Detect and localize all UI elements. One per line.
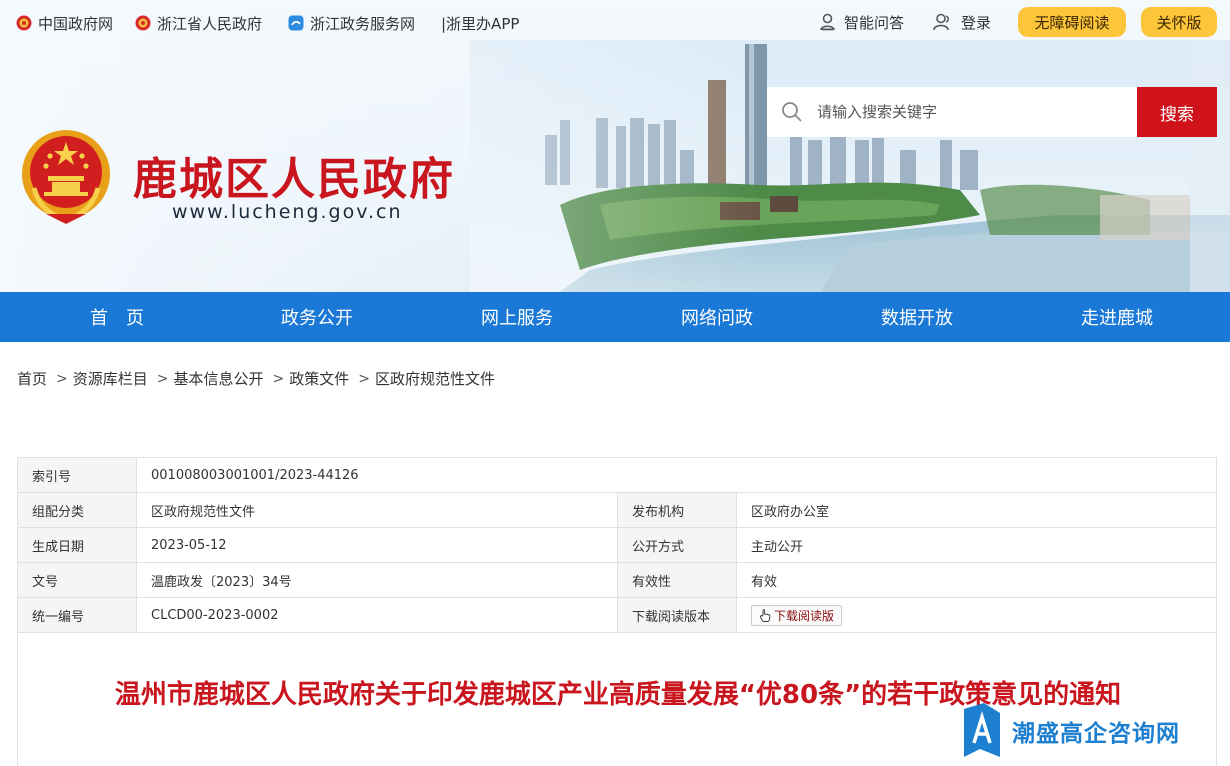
link-label: 浙江省人民政府 bbox=[157, 14, 263, 33]
top-bar: 中国政府网 浙江省人民政府 浙江政务服务网 |浙里办APP 智能问答 登录 无障… bbox=[0, 0, 1230, 44]
person-icon bbox=[820, 13, 835, 31]
main-nav: 首 页 政务公开 网上服务 网络问政 数据开放 走进鹿城 bbox=[0, 292, 1230, 342]
table-row: 索引号 001008003001001/2023-44126 bbox=[17, 457, 1217, 493]
download-key: 下载阅读版本 bbox=[617, 597, 737, 633]
zj-service-icon bbox=[288, 15, 304, 31]
nav-item-online-inquiry[interactable]: 网络问政 bbox=[617, 292, 817, 342]
site-title: 鹿城区人民政府 bbox=[133, 154, 455, 205]
breadcrumb-separator: > bbox=[56, 370, 68, 387]
nav-item-home[interactable]: 首 页 bbox=[17, 292, 217, 342]
link-label: 中国政府网 bbox=[38, 14, 114, 33]
link-label: |浙里办APP bbox=[441, 14, 520, 33]
link-zhejiang-gov[interactable]: 浙江省人民政府 bbox=[135, 12, 262, 34]
accessibility-button[interactable]: 无障碍阅读 bbox=[1018, 7, 1126, 37]
nav-item-open-data[interactable]: 数据开放 bbox=[817, 292, 1017, 342]
search-box bbox=[767, 87, 1137, 137]
smart-qa-label: 智能问答 bbox=[844, 13, 905, 32]
date-value: 2023-05-12 bbox=[136, 527, 618, 563]
download-reading-label: 下载阅读版 bbox=[774, 608, 835, 623]
validity-key: 有效性 bbox=[617, 562, 737, 598]
serial-key: 统一编号 bbox=[17, 597, 137, 633]
site-url: www.lucheng.gov.cn bbox=[172, 201, 403, 223]
hand-pointer-icon bbox=[759, 608, 771, 622]
breadcrumb-resource-library[interactable]: 资源库栏目 bbox=[73, 368, 148, 389]
index-key: 索引号 bbox=[17, 457, 137, 493]
category-key: 组配分类 bbox=[17, 492, 137, 528]
publisher-value: 区政府办公室 bbox=[736, 492, 1217, 528]
nav-item-about-lucheng[interactable]: 走进鹿城 bbox=[1017, 292, 1217, 342]
table-row: 组配分类 区政府规范性文件 发布机构 区政府办公室 bbox=[17, 492, 1217, 528]
login-link[interactable]: 登录 bbox=[933, 11, 991, 33]
link-gov-china[interactable]: 中国政府网 bbox=[16, 12, 113, 34]
breadcrumb-separator: > bbox=[156, 370, 169, 387]
national-emblem-icon bbox=[16, 15, 32, 31]
link-zheliban-app[interactable]: |浙里办APP bbox=[441, 12, 519, 34]
validity-value: 有效 bbox=[736, 562, 1217, 598]
nav-item-online-service[interactable]: 网上服务 bbox=[417, 292, 617, 342]
breadcrumb: 首页 > 资源库栏目 > 基本信息公开 > 政策文件 > 区政府规范性文件 bbox=[17, 368, 495, 389]
breadcrumb-policy-docs[interactable]: 政策文件 bbox=[289, 368, 349, 389]
publisher-key: 发布机构 bbox=[617, 492, 737, 528]
download-reading-button[interactable]: 下载阅读版 bbox=[751, 604, 843, 626]
breadcrumb-separator: > bbox=[358, 370, 370, 387]
disclosure-value: 主动公开 bbox=[736, 527, 1217, 563]
disclosure-key: 公开方式 bbox=[617, 527, 737, 563]
table-row: 统一编号 CLCD00-2023-0002 下载阅读版本 下载阅读版 bbox=[17, 597, 1217, 633]
document-info-table: 索引号 001008003001001/2023-44126 组配分类 区政府规… bbox=[17, 457, 1217, 633]
breadcrumb-basic-info[interactable]: 基本信息公开 bbox=[174, 368, 264, 389]
national-emblem-icon bbox=[135, 15, 151, 31]
doc-number-key: 文号 bbox=[17, 562, 137, 598]
search-icon bbox=[782, 102, 802, 122]
user-icon bbox=[933, 13, 949, 31]
serial-value: CLCD00-2023-0002 bbox=[136, 597, 618, 633]
watermark: 潮盛高企咨询网 bbox=[962, 703, 1180, 759]
search-input[interactable] bbox=[817, 103, 1117, 121]
doc-number-value: 温鹿政发〔2023〕34号 bbox=[136, 562, 618, 598]
download-cell: 下载阅读版 bbox=[736, 597, 1217, 633]
index-value: 001008003001001/2023-44126 bbox=[136, 457, 1217, 493]
link-label: 浙江政务服务网 bbox=[310, 14, 416, 33]
table-row: 生成日期 2023-05-12 公开方式 主动公开 bbox=[17, 527, 1217, 563]
table-row: 文号 温鹿政发〔2023〕34号 有效性 有效 bbox=[17, 562, 1217, 598]
national-emblem-logo bbox=[22, 130, 110, 224]
header-banner: 中国政府网 浙江省人民政府 浙江政务服务网 |浙里办APP 智能问答 登录 无障… bbox=[0, 0, 1230, 292]
breadcrumb-normative-docs[interactable]: 区政府规范性文件 bbox=[375, 368, 495, 389]
breadcrumb-home[interactable]: 首页 bbox=[17, 368, 47, 389]
watermark-logo-icon bbox=[964, 703, 1000, 757]
smart-qa-link[interactable]: 智能问答 bbox=[819, 11, 904, 33]
login-label: 登录 bbox=[961, 13, 992, 32]
date-key: 生成日期 bbox=[17, 527, 137, 563]
link-zj-service[interactable]: 浙江政务服务网 bbox=[288, 12, 415, 34]
search-button[interactable]: 搜索 bbox=[1137, 87, 1217, 137]
watermark-text: 潮盛高企咨询网 bbox=[1012, 720, 1180, 747]
care-mode-button[interactable]: 关怀版 bbox=[1141, 7, 1217, 37]
nav-item-gov-affairs[interactable]: 政务公开 bbox=[217, 292, 417, 342]
category-value: 区政府规范性文件 bbox=[136, 492, 618, 528]
breadcrumb-separator: > bbox=[272, 370, 285, 387]
